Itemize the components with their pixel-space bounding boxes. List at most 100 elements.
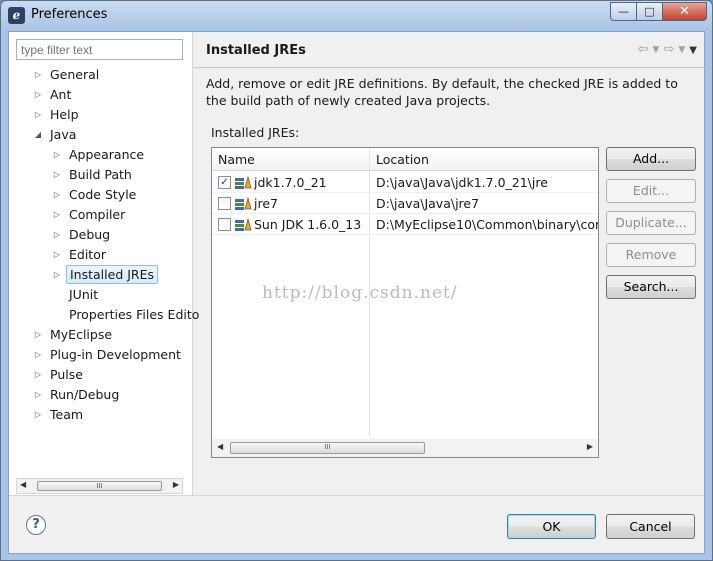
default-jre-checkbox[interactable] [218, 218, 231, 231]
collapsed-arrow-icon[interactable]: ▷ [33, 110, 43, 119]
tree-item-label: Plug-in Development [50, 346, 181, 362]
close-button[interactable]: ✕ [663, 2, 707, 21]
collapsed-arrow-icon[interactable]: ▷ [52, 150, 62, 159]
jre-library-icon [235, 218, 252, 231]
help-icon[interactable]: ? [26, 515, 46, 535]
tree-horizontal-scrollbar[interactable]: ◀ III ▶ [16, 478, 183, 494]
tree-item-installed-jres[interactable]: ▷ Installed JREs [52, 264, 159, 284]
title-divider [194, 67, 705, 68]
collapsed-arrow-icon[interactable]: ▷ [33, 350, 43, 359]
tree-item-label: Compiler [69, 206, 126, 222]
page-title: Installed JREs [206, 43, 306, 58]
tree-item-pulse[interactable]: ▷ Pulse [33, 364, 86, 384]
tree-item-myeclipse[interactable]: ▷ MyEclipse [33, 324, 115, 344]
jre-name: Sun JDK 1.6.0_13 [254, 217, 362, 232]
tree-item-team[interactable]: ▷ Team [33, 404, 86, 424]
forward-dropdown-icon[interactable]: ▼ [678, 42, 685, 59]
edit-button[interactable]: Edit... [606, 179, 696, 203]
collapsed-arrow-icon[interactable]: ▷ [52, 230, 62, 239]
tree-item-label: Java [50, 126, 77, 142]
installed-jres-label: Installed JREs: [211, 125, 300, 140]
dialog-body: ▷ General ▷ Ant ▷ Help ◢ Java ▷ Appearance ▷ Build … [8, 31, 705, 554]
ok-button[interactable]: OK [507, 514, 596, 539]
tree-item-ant[interactable]: ▷ Ant [33, 84, 74, 104]
table-row[interactable]: ✓ jdk1.7.0_21 D:\java\Java\jdk1.7.0_21\jre [212, 172, 598, 193]
default-jre-checkbox[interactable] [218, 197, 231, 210]
scrollbar-thumb[interactable]: III [230, 442, 425, 454]
tree-item-editor[interactable]: ▷ Editor [52, 244, 109, 264]
scroll-left-icon[interactable]: ◀ [217, 442, 223, 451]
jre-library-icon [235, 197, 252, 210]
duplicate-button[interactable]: Duplicate... [606, 211, 696, 235]
tree-item-code-style[interactable]: ▷ Code Style [52, 184, 139, 204]
jre-library-icon [235, 176, 252, 189]
table-row[interactable]: Sun JDK 1.6.0_13 D:\MyEclipse10\Common\bi… [212, 214, 598, 235]
back-arrow-icon[interactable]: ⇦ [638, 42, 649, 59]
view-menu-icon[interactable]: ▼ [689, 42, 697, 59]
watermark: http://blog.csdn.net/ [262, 283, 458, 303]
tree-item-compiler[interactable]: ▷ Compiler [52, 204, 128, 224]
tree-item-run-debug[interactable]: ▷ Run/Debug [33, 384, 122, 404]
cancel-button[interactable]: Cancel [606, 514, 695, 539]
tree-item-help[interactable]: ▷ Help [33, 104, 82, 124]
footer-divider [9, 495, 704, 496]
remove-button[interactable]: Remove [606, 243, 696, 267]
collapsed-arrow-icon[interactable]: ▷ [33, 90, 43, 99]
column-header-name[interactable]: Name [218, 152, 255, 167]
tree-item-label: Help [50, 106, 79, 122]
scroll-left-icon[interactable]: ◀ [20, 480, 26, 489]
minimize-button[interactable]: — [610, 2, 637, 21]
tree-item-label: Installed JREs [66, 264, 159, 284]
collapsed-arrow-icon[interactable]: ▷ [52, 190, 62, 199]
tree-item-label: Appearance [69, 146, 145, 162]
scroll-right-icon[interactable]: ▶ [587, 442, 593, 451]
collapsed-arrow-icon[interactable]: ▷ [33, 370, 43, 379]
collapsed-arrow-icon[interactable]: ▷ [52, 170, 62, 179]
installed-jres-page: Installed JREs ⇦ ▼ ⇨ ▼ ▼ Add, remove or … [194, 32, 705, 495]
back-dropdown-icon[interactable]: ▼ [653, 42, 660, 59]
tree-item-general[interactable]: ▷ General [33, 64, 102, 84]
collapsed-arrow-icon[interactable]: ▷ [52, 270, 62, 279]
jre-location: D:\java\Java\jdk1.7.0_21\jre [376, 175, 548, 190]
preferences-window: ℯ Preferences — □ ✕ ▷ General ▷ Ant ▷ Help ◢ Ja… [0, 0, 713, 561]
expanded-arrow-icon[interactable]: ◢ [33, 130, 43, 139]
jre-name: jdk1.7.0_21 [254, 175, 327, 190]
tree-item-java[interactable]: ◢ Java [33, 124, 79, 144]
tree-item-debug[interactable]: ▷ Debug [52, 224, 113, 244]
tree-item-junit[interactable]: JUnit [52, 284, 101, 304]
table-row[interactable]: jre7 D:\java\Java\jre7 [212, 193, 598, 214]
tree-item-label: Team [50, 406, 84, 422]
jre-location: D:\java\Java\jre7 [376, 196, 480, 211]
tree-item-properties-files-edito[interactable]: Properties Files Edito [52, 304, 202, 324]
column-header-location[interactable]: Location [376, 152, 429, 167]
tree-item-appearance[interactable]: ▷ Appearance [52, 144, 147, 164]
collapsed-arrow-icon[interactable]: ▷ [52, 250, 62, 259]
scrollbar-thumb[interactable]: III [37, 481, 162, 491]
table-header: Name Location [212, 148, 598, 171]
default-jre-checkbox[interactable]: ✓ [218, 176, 231, 189]
scroll-right-icon[interactable]: ▶ [173, 480, 179, 489]
preferences-tree-pane: ▷ General ▷ Ant ▷ Help ◢ Java ▷ Appearance ▷ Build … [9, 32, 199, 495]
tree-item-label: Code Style [69, 186, 137, 202]
collapsed-arrow-icon[interactable]: ▷ [33, 410, 43, 419]
tree-item-label: Run/Debug [50, 386, 120, 402]
search-button[interactable]: Search... [606, 275, 696, 299]
tree-item-plug-in-development[interactable]: ▷ Plug-in Development [33, 344, 184, 364]
collapsed-arrow-icon[interactable]: ▷ [52, 210, 62, 219]
table-horizontal-scrollbar[interactable]: ◀ III ▶ [212, 439, 598, 457]
tree-item-label: Editor [69, 246, 106, 262]
title-bar[interactable]: ℯ Preferences — □ ✕ [1, 1, 712, 31]
eclipse-app-icon: ℯ [8, 7, 25, 24]
tree-item-label: Pulse [50, 366, 83, 382]
maximize-button[interactable]: □ [637, 2, 663, 21]
collapsed-arrow-icon[interactable]: ▷ [33, 70, 43, 79]
collapsed-arrow-icon[interactable]: ▷ [33, 390, 43, 399]
collapsed-arrow-icon[interactable]: ▷ [33, 330, 43, 339]
tree-item-build-path[interactable]: ▷ Build Path [52, 164, 135, 184]
tree-item-label: Build Path [69, 166, 132, 182]
tree-item-label: Properties Files Edito [69, 306, 200, 322]
add-button[interactable]: Add... [606, 147, 696, 171]
tree-item-label: MyEclipse [50, 326, 113, 342]
filter-input[interactable] [16, 39, 183, 60]
forward-arrow-icon[interactable]: ⇨ [663, 42, 674, 59]
